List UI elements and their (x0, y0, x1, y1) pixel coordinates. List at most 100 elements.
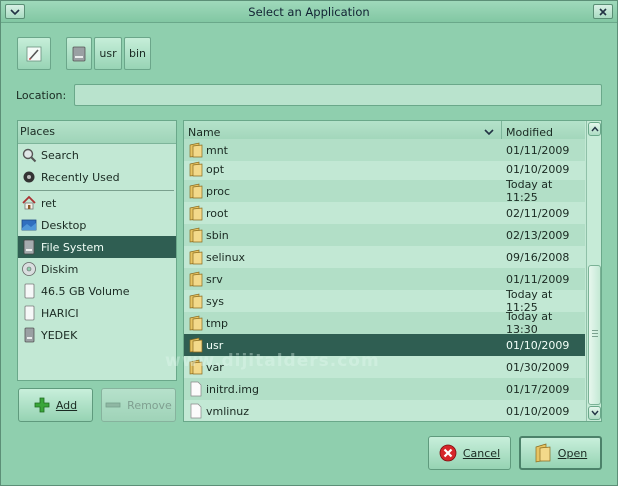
place-label: HARICI (41, 306, 79, 320)
search-icon (21, 147, 37, 163)
file-name: selinux (206, 250, 246, 264)
place-item-search[interactable]: Search (18, 144, 176, 166)
edit-location-button[interactable] (17, 37, 51, 70)
folder-icon (188, 205, 204, 221)
place-item-desktop[interactable]: Desktop (18, 214, 176, 236)
title-bar: Select an Application (1, 1, 617, 23)
places-panel: Places Search Recently Used ret Desktop (17, 120, 177, 381)
vertical-scrollbar[interactable] (586, 121, 601, 421)
file-row[interactable]: opt 01/10/2009 (184, 158, 585, 180)
harddisk-icon (72, 46, 86, 61)
volume-icon (21, 283, 37, 299)
path-segment-bin[interactable]: bin (124, 37, 151, 70)
place-item-yedek[interactable]: YEDEK (18, 324, 176, 346)
file-name: mnt (206, 143, 228, 157)
file-name: tmp (206, 316, 229, 330)
file-name: proc (206, 184, 231, 198)
file-row[interactable]: tmp Today at 13:30 (184, 310, 585, 336)
open-button[interactable]: Open (519, 436, 602, 470)
column-name[interactable]: Name (188, 126, 220, 139)
add-bookmark-button[interactable]: Add (18, 388, 93, 422)
place-item-harici[interactable]: HARICI (18, 302, 176, 324)
file-list: Name Modified mnt 01/11/2009 opt 01/10/2… (183, 120, 602, 422)
close-window-button[interactable] (593, 4, 613, 19)
file-modified: Today at 13:30 (506, 310, 553, 336)
cdrom-icon (21, 261, 37, 277)
file-modified: 02/13/2009 (506, 228, 570, 242)
cancel-icon (439, 444, 457, 462)
window-title: Select an Application (248, 5, 370, 19)
file-row[interactable]: root 02/11/2009 (184, 202, 585, 224)
folder-icon (188, 293, 204, 309)
watermark: www.dijitalders.com (165, 351, 380, 371)
file-name: sys (206, 294, 224, 308)
chevron-down-icon (590, 410, 599, 416)
place-label: File System (41, 240, 104, 254)
harddisk-icon (21, 239, 37, 255)
file-name: usr (206, 338, 224, 352)
file-modified: 01/10/2009 (506, 162, 570, 176)
file-modified: 01/10/2009 (506, 338, 570, 352)
place-label: Recently Used (41, 170, 120, 184)
file-modified: 01/10/2009 (506, 404, 570, 418)
folder-icon (188, 227, 204, 243)
place-label: Search (41, 148, 79, 162)
file-name: srv (206, 272, 223, 286)
folder-icon (188, 142, 204, 158)
file-modified: 01/30/2009 (506, 360, 570, 374)
volume-icon (21, 305, 37, 321)
place-item-home[interactable]: ret (18, 192, 176, 214)
document-icon (188, 381, 204, 397)
folder-icon (188, 315, 204, 331)
remove-bookmark-button[interactable]: Remove (101, 388, 176, 422)
file-modified: 01/11/2009 (506, 143, 570, 157)
drive-icon (21, 327, 37, 343)
file-row[interactable]: sbin 02/13/2009 (184, 224, 585, 246)
file-row[interactable]: sys Today at 11:25 (184, 288, 585, 314)
scroll-down-button[interactable] (588, 406, 601, 420)
place-label: 46.5 GB Volume (41, 284, 130, 298)
pencil-icon (26, 46, 42, 61)
place-label: YEDEK (41, 328, 78, 342)
path-segment-usr[interactable]: usr (94, 37, 122, 70)
file-name: opt (206, 162, 225, 176)
location-input[interactable] (74, 84, 602, 106)
add-label: Add (55, 398, 78, 412)
place-label: ret (41, 196, 57, 210)
file-modified: Today at 11:25 (506, 178, 553, 204)
file-name: sbin (206, 228, 229, 242)
add-icon (34, 397, 50, 413)
recently-used-icon (21, 169, 37, 185)
folder-icon (188, 249, 204, 265)
file-row[interactable]: selinux 09/16/2008 (184, 246, 585, 268)
desktop-icon (21, 217, 37, 233)
path-root-button[interactable] (66, 37, 92, 70)
scrollbar-thumb[interactable] (588, 265, 601, 405)
document-icon (188, 403, 204, 419)
file-row[interactable]: srv 01/11/2009 (184, 268, 585, 290)
file-row[interactable]: proc Today at 11:25 (184, 178, 585, 204)
place-item-diskim[interactable]: Diskim (18, 258, 176, 280)
file-row[interactable]: vmlinuz 01/10/2009 (184, 400, 585, 421)
file-modified: 01/11/2009 (506, 272, 570, 286)
folder-icon (188, 183, 204, 199)
place-label: Desktop (41, 218, 87, 232)
open-folder-icon (534, 443, 552, 463)
place-item-volume-46gb[interactable]: 46.5 GB Volume (18, 280, 176, 302)
file-name: vmlinuz (206, 404, 250, 418)
scroll-up-button[interactable] (588, 122, 601, 136)
home-icon (21, 195, 37, 211)
file-modified: 02/11/2009 (506, 206, 570, 220)
file-row[interactable]: initrd.img 01/17/2009 (184, 378, 585, 400)
file-modified: 01/17/2009 (506, 382, 570, 396)
cancel-button[interactable]: Cancel (428, 436, 511, 470)
place-item-recently-used[interactable]: Recently Used (18, 166, 176, 188)
place-item-file-system[interactable]: File System (18, 236, 176, 258)
cancel-label: Cancel (462, 446, 501, 460)
places-header[interactable]: Places (18, 121, 176, 144)
location-label: Location: (16, 89, 67, 102)
close-icon (599, 7, 607, 16)
place-label: Diskim (41, 262, 79, 276)
column-modified[interactable]: Modified (506, 126, 553, 139)
remove-icon (105, 397, 121, 413)
